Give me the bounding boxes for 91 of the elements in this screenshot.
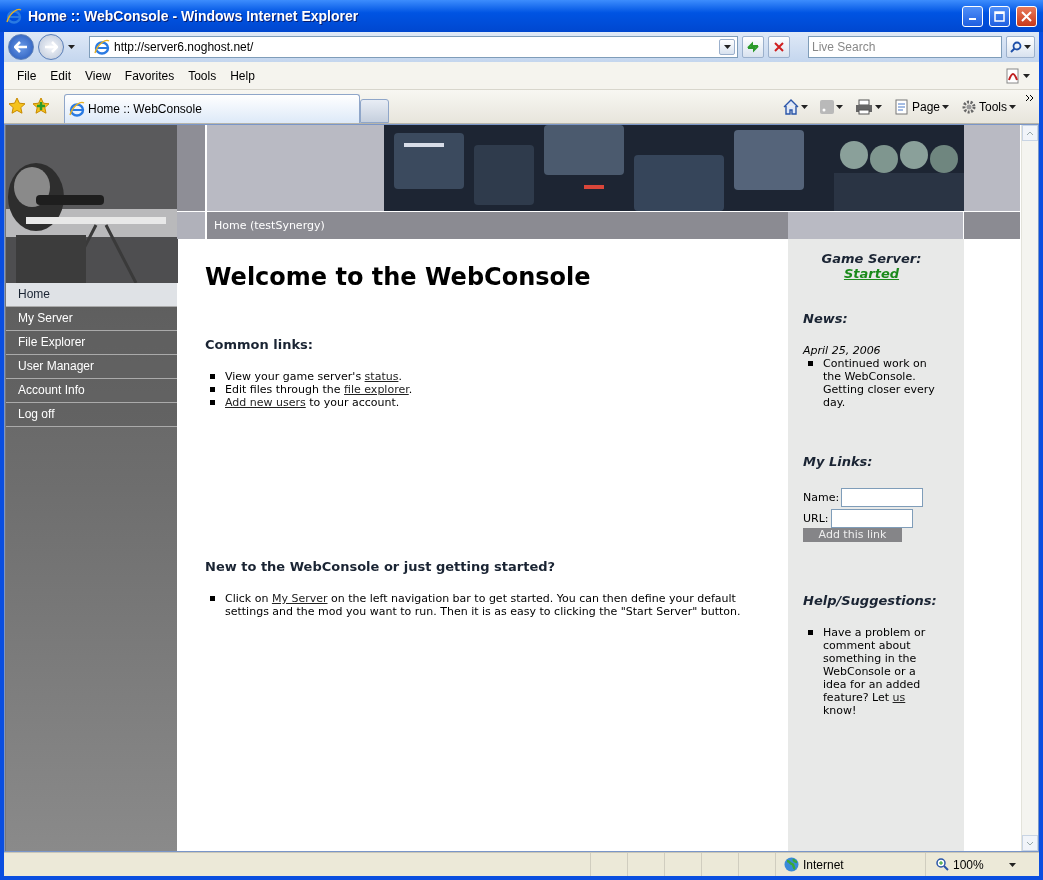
search-icon	[1010, 41, 1022, 53]
command-menu-button[interactable]: Page	[890, 95, 952, 119]
help-heading: Help/Suggestions:	[803, 593, 938, 608]
list-item: Add new users to your account.	[225, 396, 400, 409]
address-field[interactable]: http://server6.noghost.net/	[89, 36, 738, 58]
page-icon	[893, 99, 910, 115]
menu-item[interactable]: Tools	[181, 66, 224, 85]
list-item: View your game server's status.	[225, 370, 402, 383]
nav-item[interactable]: File Explorer	[6, 331, 177, 355]
nav-item[interactable]: Account Info	[6, 379, 177, 403]
text-link[interactable]: us	[892, 691, 906, 704]
menu-item[interactable]: File	[10, 66, 44, 85]
breadcrumb: Home (testSynergy)	[214, 219, 325, 232]
chevron-icon[interactable]	[1025, 94, 1035, 102]
section-heading: New to the WebConsole or just getting started?	[205, 559, 557, 574]
menu-item[interactable]: Favorites	[117, 66, 182, 85]
name-field[interactable]	[841, 488, 924, 507]
news-heading: News:	[803, 311, 849, 326]
caret-icon	[800, 105, 808, 109]
caret-icon	[723, 45, 731, 49]
field-label: Name:	[803, 491, 840, 504]
server-label: Game Server:	[820, 251, 923, 266]
stop-icon	[773, 41, 785, 53]
refresh-icon	[746, 41, 760, 53]
menu-item[interactable]: Help	[223, 66, 262, 85]
feed-icon	[819, 100, 834, 114]
bullet-icon	[210, 400, 215, 405]
caret-icon	[874, 105, 882, 109]
zone-text: Internet	[803, 857, 844, 872]
zoom-button[interactable]: 100%	[925, 853, 1019, 876]
nav-item[interactable]: Log off	[6, 403, 177, 427]
page-heading: Welcome to the WebConsole	[205, 263, 592, 291]
search-field[interactable]: Live Search	[808, 36, 1002, 58]
text-link[interactable]: Add new users	[225, 396, 306, 409]
home-icon	[782, 99, 799, 115]
refresh-button[interactable]	[742, 36, 764, 58]
news-date: April 25, 2006	[803, 344, 882, 357]
printer-icon	[854, 99, 873, 115]
forward-arrow-icon	[44, 41, 58, 53]
ie-logo-icon	[69, 101, 85, 117]
text-link[interactable]: file explorer	[344, 383, 409, 396]
globe-icon	[784, 857, 799, 872]
text-link[interactable]: My Server	[271, 592, 328, 605]
field-label: URL:	[803, 512, 829, 525]
links-heading: My Links:	[803, 454, 874, 469]
nav-item[interactable]: Home	[6, 283, 177, 307]
bullet-icon	[808, 361, 813, 366]
maximize-button[interactable]	[989, 5, 1010, 27]
bullet-icon	[808, 630, 813, 635]
window-title: Home :: WebConsole - Windows Internet Explorer	[28, 8, 360, 24]
document-icon	[1005, 67, 1021, 84]
back-arrow-icon	[14, 41, 28, 53]
close-icon	[1021, 10, 1032, 22]
bullet-icon	[210, 374, 215, 379]
history-caret-icon	[68, 45, 75, 49]
search-button[interactable]	[1006, 36, 1035, 58]
bullet-icon	[210, 596, 215, 601]
list-item: Edit files through the file explorer.	[225, 383, 413, 396]
help-text: Have a problem or comment about something in the WebConsole or a idea for an added feature? Let us know!	[823, 626, 926, 717]
menu-item[interactable]: Edit	[43, 66, 79, 85]
gear-icon	[961, 99, 977, 115]
server-status-link[interactable]: Started	[803, 266, 940, 281]
back-button[interactable]	[8, 34, 34, 60]
close-button[interactable]	[1016, 5, 1037, 27]
forward-button[interactable]	[38, 34, 64, 60]
bullet-icon	[210, 387, 215, 392]
section-heading: Common links:	[205, 337, 315, 352]
caret-icon	[942, 105, 949, 109]
menu-item[interactable]: View	[78, 66, 118, 85]
caret-icon	[835, 105, 843, 109]
browser-tab[interactable]: Home :: WebConsole	[64, 94, 360, 123]
star-icon[interactable]	[8, 97, 26, 115]
ie-logo-icon	[94, 39, 110, 55]
news-text: Continued work on the WebConsole. Getting closer every day.	[823, 357, 935, 409]
caret-icon	[1009, 105, 1016, 109]
nav-item[interactable]: User Manager	[6, 355, 177, 379]
command-menu-button[interactable]: Tools	[958, 95, 1019, 119]
minimize-icon	[969, 18, 976, 20]
caret-icon	[1009, 862, 1016, 867]
list-item: Click on My Server on the left navigation bar to get started. You can then define your default settings and the mod you want to run. Then it is as easy to clicking the "Start Server" button.	[225, 592, 741, 618]
dropdown-button[interactable]	[719, 39, 735, 55]
url-field[interactable]	[830, 509, 913, 528]
maximize-icon	[994, 10, 1005, 22]
caret-icon	[1023, 73, 1030, 78]
nav-item[interactable]: My Server	[6, 307, 177, 331]
minimize-button[interactable]	[962, 5, 983, 27]
caret-icon	[1024, 45, 1031, 49]
stop-button[interactable]	[768, 36, 790, 58]
ie-logo-icon	[6, 8, 22, 24]
zoom-icon	[936, 858, 949, 871]
add-favorite-icon[interactable]	[32, 97, 50, 115]
